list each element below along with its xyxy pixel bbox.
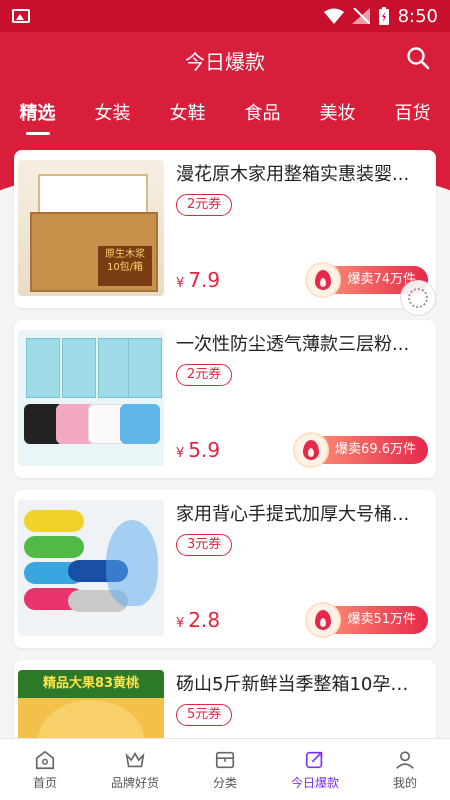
- nav-label: 我的: [392, 775, 417, 790]
- tab-womens-clothing[interactable]: 女装: [91, 93, 135, 131]
- category-tabs: 精选 女装 女鞋 食品 美妆 百货: [0, 90, 450, 135]
- page-title: 今日爆款: [185, 49, 265, 74]
- nav-label: 分类: [212, 775, 237, 790]
- product-card[interactable]: 原生木浆 10包/箱 漫花原木家用整箱实惠装婴... 2元券 ¥7.9 爆卖74…: [14, 150, 436, 308]
- nav-today-hot[interactable]: 今日爆款: [275, 749, 355, 791]
- nav-brand[interactable]: 品牌好货: [95, 749, 175, 791]
- wifi-icon: [323, 8, 344, 24]
- bottom-nav: 首页 品牌好货 分类 今日爆款 我的: [0, 738, 450, 800]
- status-time: 8:50: [397, 5, 438, 27]
- coupon-badge: 2元券: [176, 364, 233, 386]
- product-image-label: 精品大果83黄桃: [18, 670, 164, 698]
- tab-beauty[interactable]: 美妆: [316, 93, 360, 131]
- coupon-badge: 5元券: [176, 704, 233, 726]
- nav-profile[interactable]: 我的: [365, 749, 445, 791]
- fire-icon: [305, 602, 342, 638]
- user-icon: [396, 750, 414, 769]
- tab-general-goods[interactable]: 百货: [391, 93, 435, 131]
- coupon-badge: 3元券: [176, 534, 233, 556]
- nav-label: 首页: [32, 775, 57, 790]
- search-icon[interactable]: [406, 46, 430, 70]
- product-list: 原生木浆 10包/箱 漫花原木家用整箱实惠装婴... 2元券 ¥7.9 爆卖74…: [14, 150, 436, 800]
- product-image: [18, 330, 164, 466]
- product-price: ¥7.9: [176, 268, 221, 292]
- status-bar: 8:50: [0, 0, 450, 32]
- product-image-label: 原生木浆 10包/箱: [98, 246, 152, 286]
- assistive-touch-icon: [408, 288, 428, 308]
- product-image: [18, 500, 164, 636]
- nav-home[interactable]: 首页: [5, 749, 85, 791]
- product-card[interactable]: 家用背心手提式加厚大号桶... 3元券 ¥2.8 爆卖51万件: [14, 490, 436, 648]
- product-title: 砀山5斤新鲜当季整箱10孕妇...: [176, 674, 420, 695]
- coupon-badge: 2元券: [176, 194, 233, 216]
- hot-icon: [305, 751, 323, 768]
- tab-womens-shoes[interactable]: 女鞋: [166, 93, 210, 131]
- nav-category[interactable]: 分类: [185, 749, 265, 791]
- sales-badge: 爆卖51万件: [305, 602, 428, 638]
- home-icon: [35, 750, 55, 769]
- product-title: 一次性防尘透气薄款三层粉...: [176, 334, 410, 355]
- fire-icon: [305, 262, 342, 298]
- nav-label: 品牌好货: [110, 775, 159, 790]
- product-image: 原生木浆 10包/箱: [18, 160, 164, 296]
- crown-icon: [125, 751, 145, 767]
- nav-label: 今日爆款: [290, 775, 339, 790]
- sales-badge: 爆卖69.6万件: [293, 432, 428, 468]
- product-price: ¥2.8: [176, 608, 221, 632]
- category-icon: [215, 751, 235, 768]
- tab-featured[interactable]: 精选: [16, 93, 60, 135]
- product-price: ¥5.9: [176, 438, 221, 462]
- tab-food[interactable]: 食品: [241, 93, 285, 131]
- battery-icon: [378, 7, 389, 25]
- signal-icon: [351, 8, 370, 24]
- gallery-notification-icon: [12, 9, 30, 23]
- product-title: 家用背心手提式加厚大号桶...: [176, 504, 410, 525]
- product-title: 漫花原木家用整箱实惠装婴...: [176, 164, 410, 185]
- floating-assistant-button[interactable]: [400, 280, 436, 316]
- product-card[interactable]: 一次性防尘透气薄款三层粉... 2元券 ¥5.9 爆卖69.6万件: [14, 320, 436, 478]
- fire-icon: [293, 432, 330, 468]
